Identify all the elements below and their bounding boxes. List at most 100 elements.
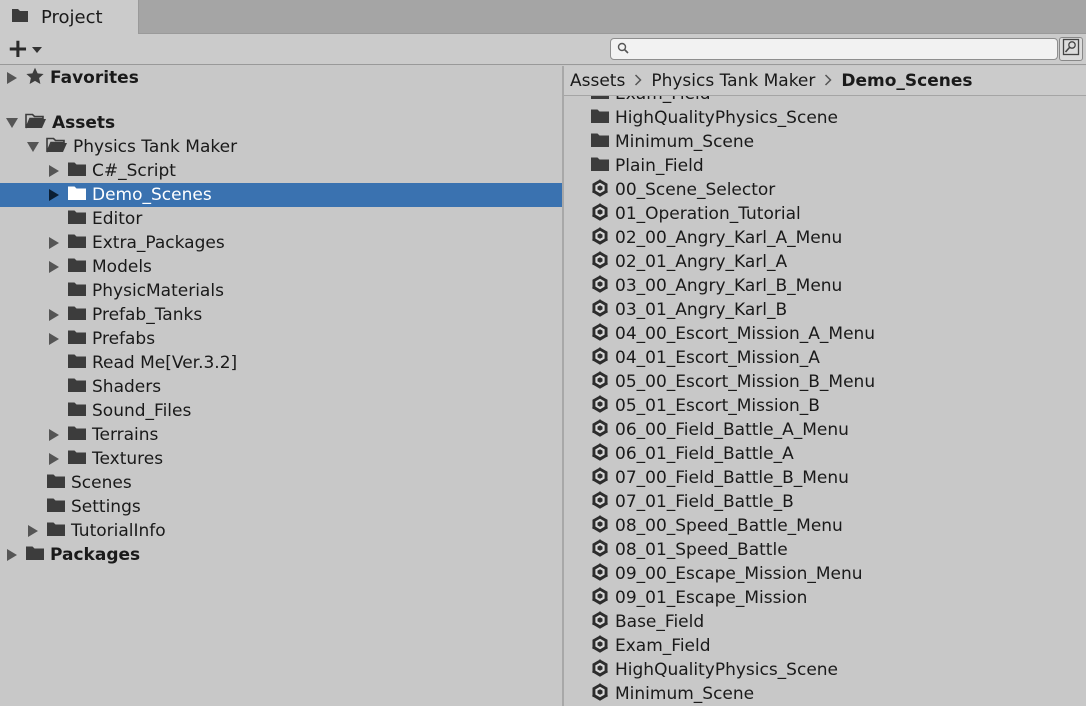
file-label: 08_00_Speed_Battle_Menu <box>615 516 843 536</box>
folder-open-icon <box>46 137 68 158</box>
file-list-scene[interactable]: Exam_Field <box>590 634 711 658</box>
expand-arrow-right-icon[interactable] <box>46 309 62 321</box>
folder-icon <box>590 156 610 177</box>
search-input[interactable] <box>629 40 1057 58</box>
file-list-scene[interactable]: 01_Operation_Tutorial <box>590 202 801 226</box>
file-list-scene[interactable]: 06_00_Field_Battle_A_Menu <box>590 418 849 442</box>
file-list-scene[interactable]: 04_01_Escort_Mission_A <box>590 346 820 370</box>
tree-item-models[interactable]: Models <box>0 255 562 279</box>
file-list-scene[interactable]: 06_01_Field_Battle_A <box>590 442 794 466</box>
file-list-folder[interactable]: Exam_Field <box>590 96 711 106</box>
tree-item-textures[interactable]: Textures <box>0 447 562 471</box>
expand-arrow-right-icon[interactable] <box>46 189 62 201</box>
file-list-folder[interactable]: HighQualityPhysics_Scene <box>590 106 838 130</box>
folder-icon <box>46 497 66 518</box>
tree-item-settings[interactable]: Settings <box>0 495 562 519</box>
expand-arrow-right-icon[interactable] <box>46 165 62 177</box>
expand-arrow-right-icon[interactable] <box>4 72 20 84</box>
folder-icon <box>590 132 610 153</box>
expand-arrow-right-icon[interactable] <box>46 237 62 249</box>
folder-icon <box>67 401 87 422</box>
unity-scene-icon <box>590 634 610 659</box>
file-list-scene[interactable]: 00_Scene_Selector <box>590 178 775 202</box>
file-label: Exam_Field <box>615 636 711 656</box>
tree-item-sound-files[interactable]: Sound_Files <box>0 399 562 423</box>
tree-item-prefab-tanks[interactable]: Prefab_Tanks <box>0 303 562 327</box>
folder-icon <box>67 281 87 302</box>
search-icon <box>617 39 629 59</box>
file-list-scene[interactable]: 05_00_Escort_Mission_B_Menu <box>590 370 875 394</box>
tree-item-prefabs[interactable]: Prefabs <box>0 327 562 351</box>
file-list-scene[interactable]: 08_00_Speed_Battle_Menu <box>590 514 843 538</box>
file-list: Exam_Field HighQualityPhysics_Scene Minimu… <box>564 96 1086 706</box>
file-list-scene[interactable]: Base_Field <box>590 610 704 634</box>
file-list-scene[interactable]: 02_00_Angry_Karl_A_Menu <box>590 226 842 250</box>
tree-item-label: Extra_Packages <box>92 233 225 253</box>
file-list-scene[interactable]: 03_01_Angry_Karl_B <box>590 298 787 322</box>
file-list-scene[interactable]: 09_00_Escape_Mission_Menu <box>590 562 863 586</box>
tree-item-shaders[interactable]: Shaders <box>0 375 562 399</box>
tree-item-editor[interactable]: Editor <box>0 207 562 231</box>
file-list-scene[interactable]: 09_01_Escape_Mission <box>590 586 807 610</box>
file-label: 04_01_Escort_Mission_A <box>615 348 820 368</box>
tree-item-demo-scenes[interactable]: Demo_Scenes <box>0 183 562 207</box>
file-label: 02_01_Angry_Karl_A <box>615 252 788 272</box>
expand-arrow-right-icon[interactable] <box>25 525 41 537</box>
tree-item-physicmaterials[interactable]: PhysicMaterials <box>0 279 562 303</box>
expand-arrow-down-icon[interactable] <box>4 118 20 128</box>
tree-item-extra-packages[interactable]: Extra_Packages <box>0 231 562 255</box>
unity-scene-icon <box>590 322 610 347</box>
file-list-scene[interactable]: 05_01_Escort_Mission_B <box>590 394 820 418</box>
file-label: 08_01_Speed_Battle <box>615 540 788 560</box>
file-list-scene[interactable]: HighQualityPhysics_Scene <box>590 658 838 682</box>
search-field[interactable] <box>610 38 1058 60</box>
tab-project[interactable]: Project <box>0 0 139 35</box>
file-list-folder[interactable]: Plain_Field <box>590 154 704 178</box>
folder-icon <box>67 305 87 326</box>
file-label: 00_Scene_Selector <box>615 180 776 200</box>
breadcrumb-item[interactable]: Assets <box>570 71 625 91</box>
expand-arrow-right-icon[interactable] <box>4 549 20 561</box>
file-list-scene[interactable]: 04_00_Escort_Mission_A_Menu <box>590 322 875 346</box>
tree-item-label: C#_Script <box>92 161 176 181</box>
file-list-scene[interactable]: 08_01_Speed_Battle <box>590 538 788 562</box>
unity-scene-icon <box>590 658 610 683</box>
file-list-scene[interactable]: 03_00_Angry_Karl_B_Menu <box>590 274 842 298</box>
search-scope-button[interactable] <box>1059 37 1083 61</box>
file-list-scene[interactable]: Minimum_Scene <box>590 682 754 706</box>
file-list-scene[interactable]: 02_01_Angry_Karl_A <box>590 250 787 274</box>
tree-item-label: Textures <box>92 449 164 469</box>
file-label: 09_01_Escape_Mission <box>615 588 808 608</box>
chevron-down-icon <box>31 47 42 53</box>
tree-item-label: Editor <box>92 209 143 229</box>
file-list-folder[interactable]: Minimum_Scene <box>590 130 754 154</box>
tree-item-physics-tank-maker[interactable]: Physics Tank Maker <box>0 135 562 159</box>
tree-item-assets[interactable]: Assets <box>0 111 562 135</box>
breadcrumb-item[interactable]: Physics Tank Maker <box>651 71 815 91</box>
expand-arrow-right-icon[interactable] <box>46 261 62 273</box>
create-button[interactable]: + <box>7 36 47 62</box>
folder-tree: Favorites Assets Physics Tank Maker C#_Scri… <box>0 66 562 706</box>
breadcrumb-item[interactable]: Demo_Scenes <box>841 71 972 91</box>
expand-arrow-right-icon[interactable] <box>46 333 62 345</box>
file-list-scene[interactable]: 07_01_Field_Battle_B <box>590 490 794 514</box>
expand-arrow-right-icon[interactable] <box>46 453 62 465</box>
unity-scene-icon <box>590 538 610 563</box>
expand-arrow-right-icon[interactable] <box>46 429 62 441</box>
expand-arrow-down-icon[interactable] <box>25 142 41 152</box>
tree-item-csharp-script[interactable]: C#_Script <box>0 159 562 183</box>
tree-item-scenes[interactable]: Scenes <box>0 471 562 495</box>
file-list-scene[interactable]: 07_00_Field_Battle_B_Menu <box>590 466 849 490</box>
file-label: 03_01_Angry_Karl_B <box>615 300 788 320</box>
tree-item-label: Read Me[Ver.3.2] <box>92 353 238 373</box>
unity-scene-icon <box>590 274 610 299</box>
tree-item-packages[interactable]: Packages <box>0 543 562 567</box>
chevron-right-icon <box>634 71 642 91</box>
tree-item-terrains[interactable]: Terrains <box>0 423 562 447</box>
tree-item-read-me[interactable]: Read Me[Ver.3.2] <box>0 351 562 375</box>
tree-item-label: Terrains <box>92 425 159 445</box>
tree-item-favorites[interactable]: Favorites <box>0 66 562 90</box>
folder-icon <box>46 473 66 494</box>
tree-item-tutorialinfo[interactable]: TutorialInfo <box>0 519 562 543</box>
file-label: Base_Field <box>615 612 705 632</box>
